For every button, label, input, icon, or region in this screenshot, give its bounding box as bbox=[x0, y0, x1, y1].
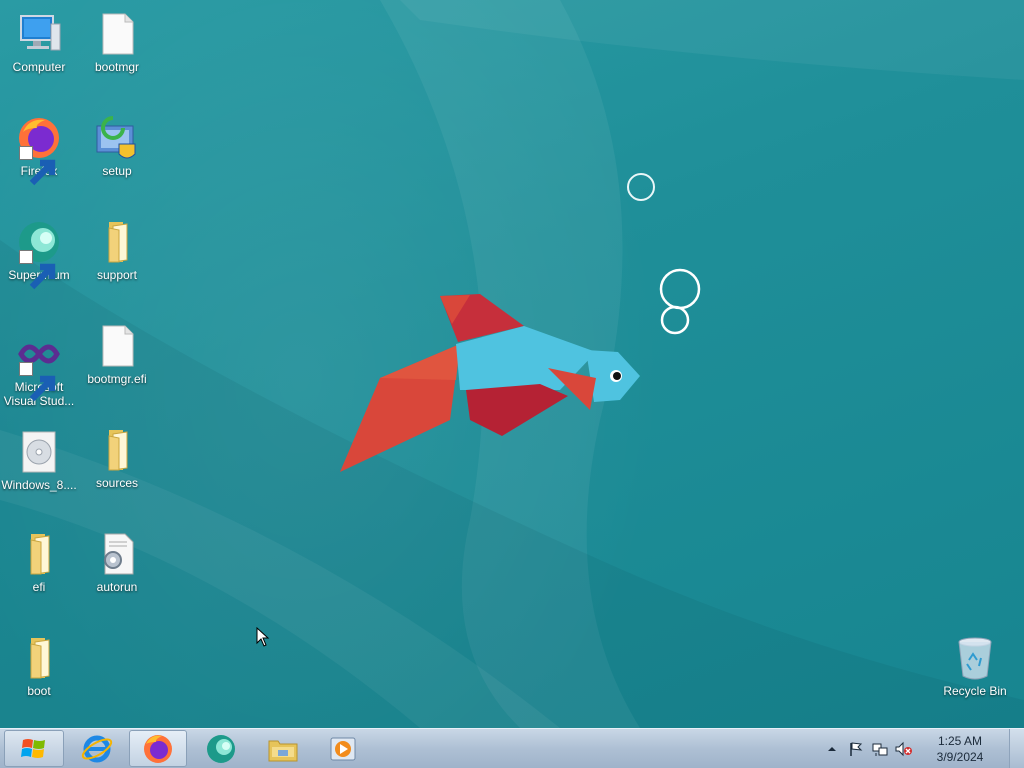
disc-image-icon bbox=[15, 428, 63, 476]
sources-folder-icon[interactable]: sources bbox=[78, 426, 156, 490]
icon-label: efi bbox=[32, 580, 46, 594]
internet-explorer-icon bbox=[81, 735, 113, 762]
taskbar-firefox[interactable] bbox=[129, 730, 187, 767]
bubble-large bbox=[659, 268, 701, 310]
folder-icon bbox=[93, 218, 141, 266]
folder-icon bbox=[93, 426, 141, 474]
clock-time: 1:25 AM bbox=[937, 733, 983, 748]
support-folder-icon[interactable]: support bbox=[78, 218, 156, 282]
boot-folder-icon[interactable]: boot bbox=[0, 634, 78, 698]
folder-icon bbox=[15, 634, 63, 682]
show-desktop-button[interactable] bbox=[1009, 729, 1024, 768]
bootmgr-desktop-icon[interactable]: bootmgr bbox=[78, 10, 156, 74]
icon-label: setup bbox=[102, 164, 132, 178]
taskbar-internet-explorer[interactable] bbox=[68, 729, 126, 768]
taskbar-file-explorer[interactable] bbox=[254, 729, 312, 768]
shortcut-arrow-icon bbox=[19, 146, 56, 186]
media-player-icon bbox=[330, 737, 356, 760]
firefox-icon bbox=[144, 734, 172, 763]
network-icon bbox=[872, 743, 888, 756]
system-tray: 1:25 AM 3/9/2024 bbox=[820, 729, 992, 768]
mouse-cursor-icon bbox=[256, 627, 270, 647]
show-hidden-icons-button[interactable] bbox=[823, 740, 841, 758]
windows-iso-desktop-icon[interactable]: Windows_8.... bbox=[0, 428, 78, 492]
file-explorer-icon bbox=[268, 740, 298, 761]
action-center-button[interactable] bbox=[847, 740, 865, 758]
settings-file-icon bbox=[93, 530, 141, 578]
taskbar-media-player[interactable] bbox=[314, 729, 372, 768]
computer-icon bbox=[15, 10, 63, 58]
file-icon bbox=[93, 322, 141, 370]
volume-button[interactable] bbox=[895, 740, 913, 758]
network-button[interactable] bbox=[871, 740, 889, 758]
visual-studio-desktop-icon[interactable]: Microsoft Visual Stud... bbox=[0, 330, 78, 408]
setup-installer-icon bbox=[93, 114, 141, 162]
efi-folder-icon[interactable]: efi bbox=[0, 530, 78, 594]
start-button[interactable] bbox=[4, 730, 64, 767]
taskbar-supermium[interactable] bbox=[192, 729, 250, 768]
recycle-bin-icon bbox=[951, 634, 999, 682]
bubble-medium bbox=[660, 305, 690, 335]
taskbar: 1:25 AM 3/9/2024 bbox=[0, 728, 1024, 768]
autorun-desktop-icon[interactable]: autorun bbox=[78, 530, 156, 594]
firefox-icon bbox=[15, 114, 63, 186]
folder-icon bbox=[15, 530, 63, 578]
start-orb-icon bbox=[21, 738, 45, 758]
volume-muted-icon bbox=[895, 741, 912, 756]
visual-studio-icon bbox=[15, 330, 63, 402]
shortcut-arrow-icon bbox=[19, 250, 56, 290]
desktop: Computer Firefox Supermium Microsoft Vis… bbox=[0, 0, 1024, 728]
computer-desktop-icon[interactable]: Computer bbox=[0, 10, 78, 74]
icon-label: support bbox=[96, 268, 138, 282]
bubble-small bbox=[627, 173, 655, 201]
chevron-up-icon bbox=[828, 746, 836, 751]
recycle-bin-desktop-icon[interactable]: Recycle Bin bbox=[936, 634, 1014, 698]
setup-desktop-icon[interactable]: setup bbox=[78, 114, 156, 178]
shortcut-arrow-icon bbox=[19, 362, 56, 402]
supermium-desktop-icon[interactable]: Supermium bbox=[0, 218, 78, 290]
icon-label: Recycle Bin bbox=[943, 684, 1007, 698]
icon-label: Windows_8.... bbox=[1, 478, 77, 492]
flag-icon bbox=[850, 741, 863, 756]
bootmgr-efi-desktop-icon[interactable]: bootmgr.efi bbox=[78, 322, 156, 386]
icon-label: sources bbox=[95, 476, 139, 490]
icon-label: Computer bbox=[12, 60, 66, 74]
file-icon bbox=[93, 10, 141, 58]
supermium-icon bbox=[207, 734, 235, 763]
firefox-desktop-icon[interactable]: Firefox bbox=[0, 114, 78, 186]
clock[interactable]: 1:25 AM 3/9/2024 bbox=[928, 733, 992, 765]
icon-label: boot bbox=[27, 684, 51, 698]
icon-label: autorun bbox=[96, 580, 138, 594]
clock-date: 3/9/2024 bbox=[936, 749, 984, 764]
icon-label: bootmgr.efi bbox=[87, 372, 147, 386]
icon-label: bootmgr bbox=[94, 60, 140, 74]
supermium-icon bbox=[15, 218, 63, 290]
